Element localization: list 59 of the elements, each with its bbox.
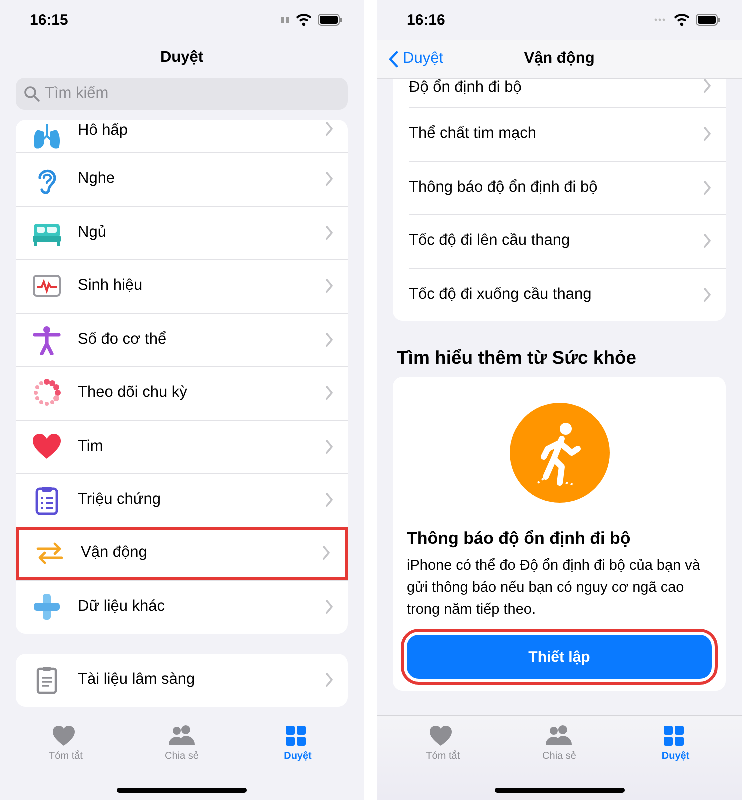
status-time: 16:16 [407,12,446,28]
back-chevron-icon [389,50,399,68]
status-time: 16:15 [30,12,68,28]
chevron-icon [325,332,334,347]
list-row[interactable]: Theo dõi chu kỳ [16,366,348,420]
tab[interactable]: Duyệt [630,716,721,800]
chevron-icon [325,600,334,614]
feature-title: Thông báo độ ổn định đi bộ [407,529,632,549]
chevron-icon [325,279,334,294]
list-row[interactable]: Vận động [16,526,348,580]
list-row[interactable]: Tài liệu lâm sàng [16,654,348,707]
search-field[interactable]: Tìm kiếm [16,78,348,110]
chevron-icon [325,440,334,454]
screen-title: Vận động [524,50,595,67]
battery-icon [696,14,720,26]
chevron-icon [325,226,334,240]
signal-icon [654,18,668,22]
signal-icon [281,17,290,23]
chevron-icon [325,172,334,186]
list-row[interactable]: Hô hấp [16,120,348,152]
list-row[interactable]: Sinh hiệu [16,259,348,312]
list-row[interactable]: Ngủ [16,206,348,259]
list-row[interactable]: Nghe [16,152,348,206]
body-figure-icon [32,324,62,355]
chevron-icon [703,234,712,248]
list-row[interactable]: Độ ổn định đi bộ [409,79,726,107]
list-row[interactable]: Dữ liệu khác [16,580,348,634]
list-row[interactable]: Thông báo độ ổn định đi bộ [409,160,726,214]
list-row[interactable]: Tim [16,420,348,473]
chevron-icon [703,127,712,142]
screen-title: Duyệt [159,48,205,68]
walking-person-icon [510,403,610,503]
people-icon [544,724,574,748]
heart-icon [32,432,62,462]
list-row[interactable]: Thể chất tim mạch [409,107,726,160]
section-heading: Tìm hiểu thêm từ Sức khỏe [396,347,638,369]
setup-button[interactable]: Thiết lập [407,635,712,679]
chevron-icon [325,673,334,688]
list-row[interactable]: Tốc độ đi lên cầu thang [409,214,726,268]
chevron-icon [325,493,334,508]
people-icon [167,724,197,748]
list-row[interactable]: Tốc độ đi xuống cầu thang [409,268,726,321]
chevron-icon [322,546,331,560]
chevron-icon [325,122,334,136]
back-button[interactable]: Duyệt [377,50,444,68]
lungs-icon [32,122,62,152]
plus-icon [32,592,62,622]
chevron-icon [325,386,334,400]
wifi-icon [674,14,690,26]
chevron-icon [703,288,712,302]
chevron-icon [703,79,712,93]
feature-description: iPhone có thể đo Độ ổn định đi bộ của bạn và gửi thông báo nếu bạn có nguy cơ ngã cao trong năm tiếp theo. [407,557,702,620]
cycle-dots-icon [32,378,62,408]
chevron-icon [703,180,712,195]
list-row[interactable]: Số đo cơ thể [16,312,348,366]
battery-icon [318,14,342,26]
tab[interactable]: Duyệt [253,716,343,800]
search-icon [24,86,40,102]
wifi-icon [296,14,312,26]
